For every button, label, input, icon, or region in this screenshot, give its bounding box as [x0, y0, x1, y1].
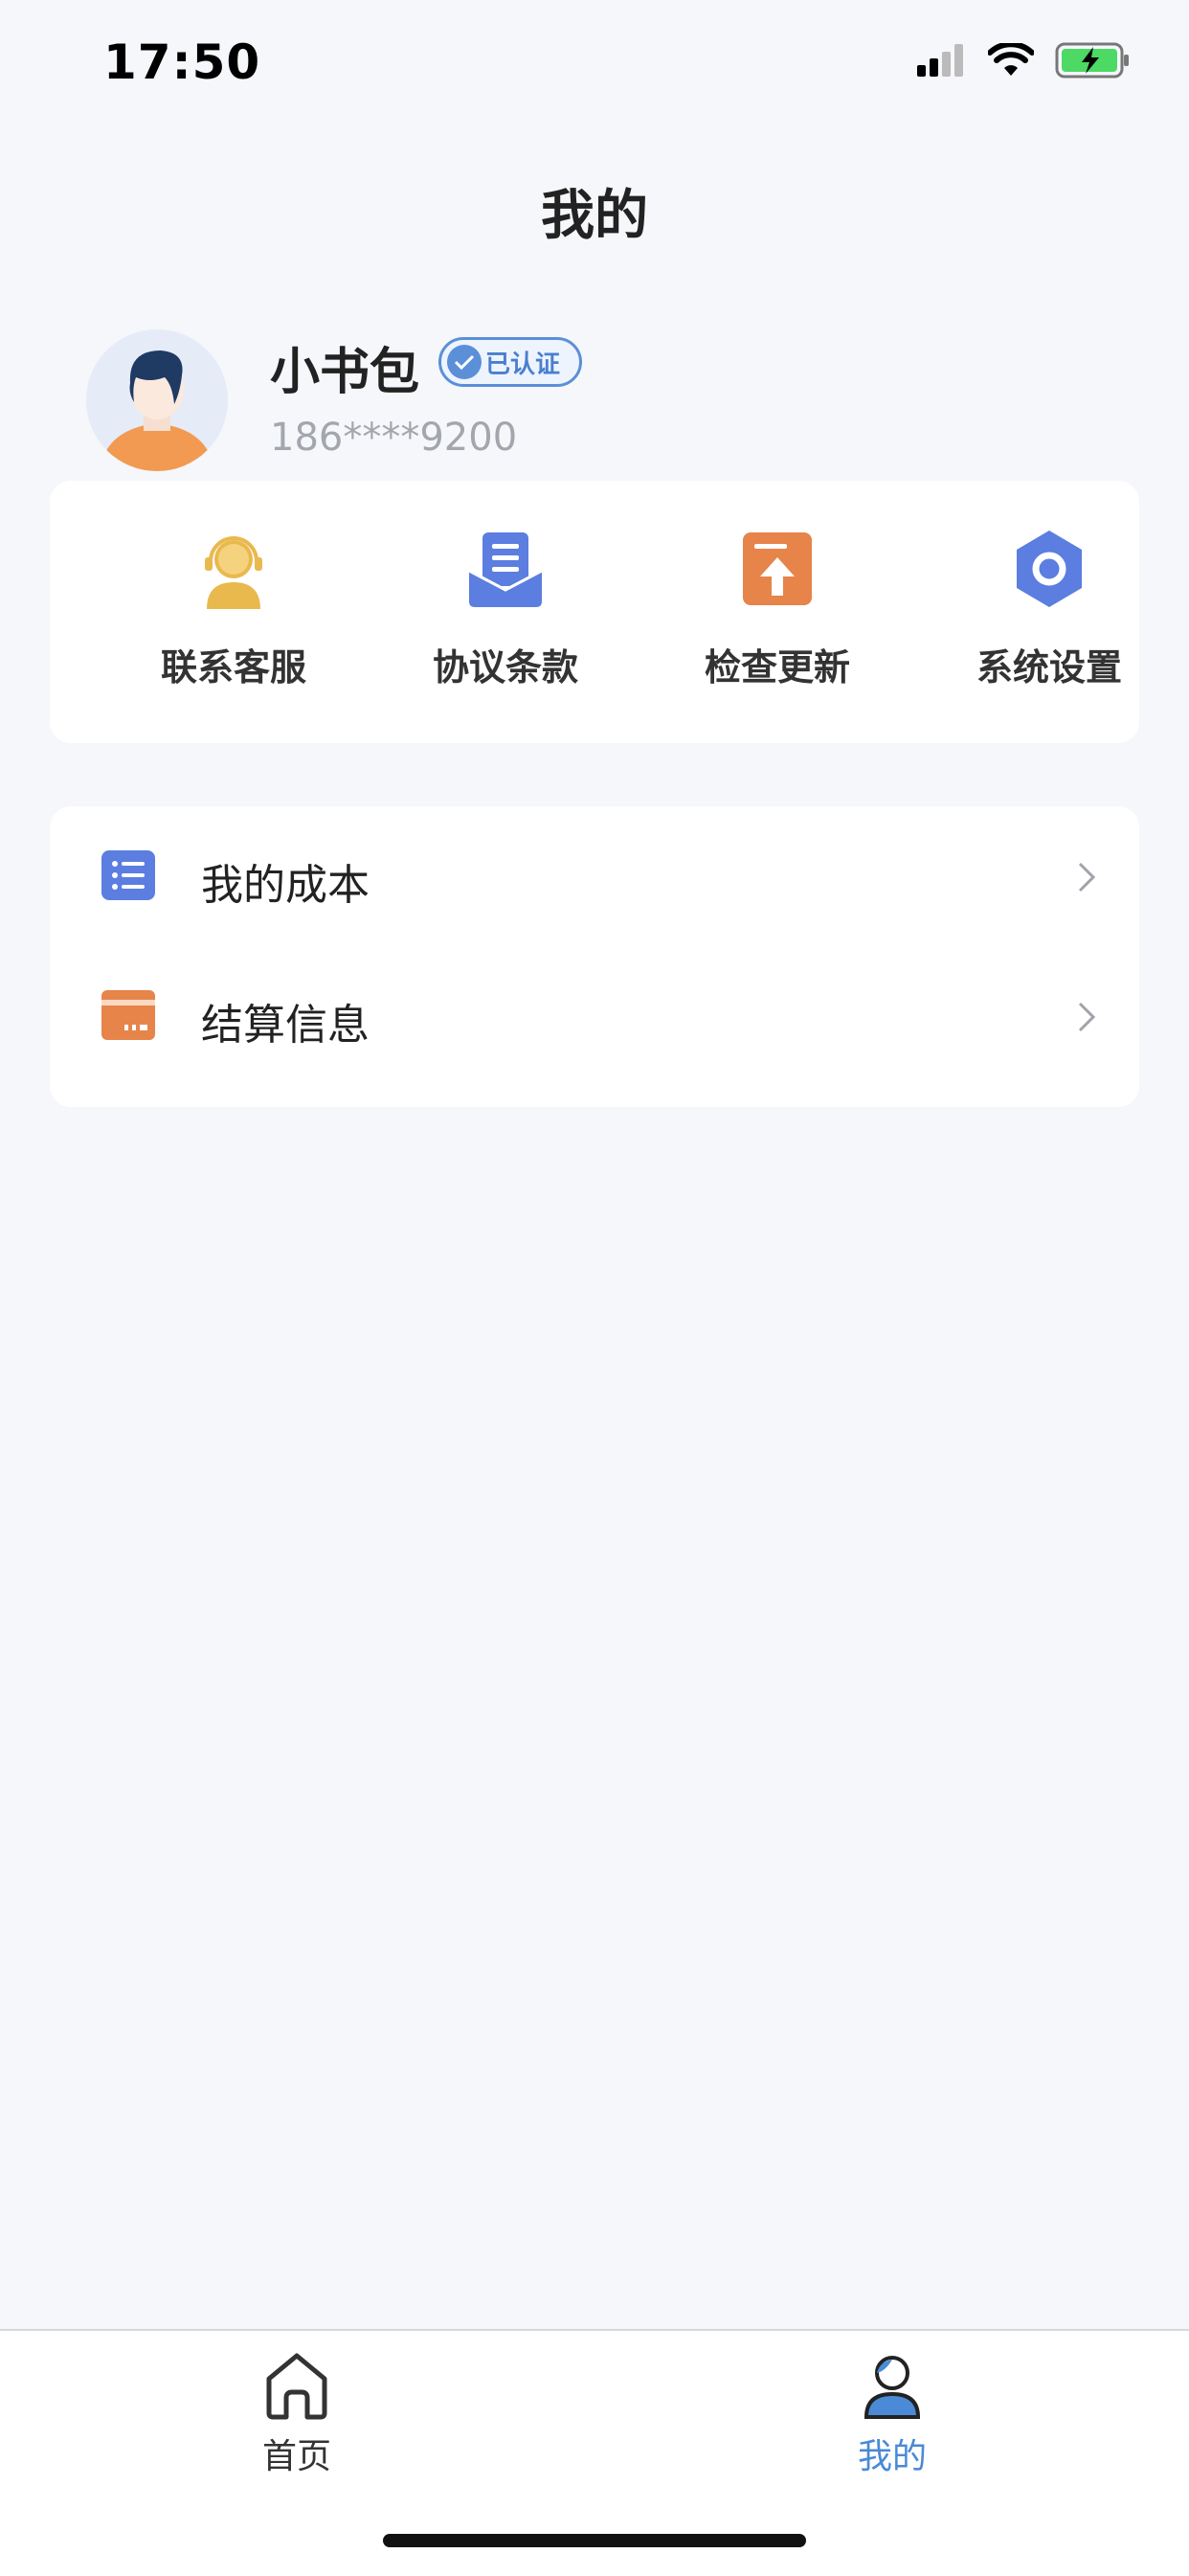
verified-label: 已认证: [485, 350, 561, 379]
settings-icon: [1017, 531, 1082, 607]
chevron-right-icon: [1078, 862, 1096, 893]
avatar[interactable]: [86, 329, 228, 471]
update-icon: [743, 532, 812, 605]
tab-label: 首页: [261, 2437, 331, 2476]
verified-badge: 已认证: [438, 337, 582, 387]
list-item-settlement-info[interactable]: 结算信息: [50, 946, 1139, 1086]
wifi-icon: [988, 43, 1034, 76]
check-update-button[interactable]: 检查更新: [682, 529, 873, 690]
quick-action-label: 系统设置: [976, 646, 1122, 689]
menu-list-card: 我的成本 结算信息: [50, 806, 1139, 1107]
customer-service-icon: [205, 536, 262, 609]
status-bar: 17:50: [0, 0, 1189, 126]
phone-number: 186****9200: [270, 416, 518, 460]
quick-action-label: 检查更新: [704, 646, 850, 689]
tab-home[interactable]: 首页: [201, 2350, 393, 2478]
list-item-my-cost[interactable]: 我的成本: [50, 806, 1139, 946]
avatar-illustration-icon: [86, 329, 228, 471]
tab-label: 我的: [857, 2437, 927, 2476]
list-item-label: 我的成本: [201, 861, 370, 910]
card-icon: [101, 990, 155, 1040]
check-icon: [447, 345, 482, 379]
list-item-label: 结算信息: [201, 1001, 370, 1050]
quick-action-label: 协议条款: [432, 646, 578, 689]
page-title: 我的: [541, 185, 648, 247]
status-icons: [917, 42, 1132, 79]
status-time: 17:50: [103, 34, 261, 90]
home-indicator: [383, 2534, 806, 2547]
agreement-terms-button[interactable]: 协议条款: [410, 529, 601, 690]
battery-charging-icon: [1055, 42, 1129, 79]
agreement-icon: [468, 532, 543, 607]
list-icon: [101, 850, 155, 900]
system-settings-button[interactable]: 系统设置: [953, 529, 1145, 690]
contact-support-button[interactable]: 联系客服: [138, 529, 329, 690]
quick-actions-card: 联系客服 协议条款 检查更新 系统设置: [50, 481, 1139, 743]
user-icon: [864, 2356, 921, 2419]
signal-icon: [917, 44, 963, 77]
chevron-right-icon: [1078, 1002, 1096, 1032]
home-icon: [266, 2353, 327, 2420]
username: 小书包: [270, 344, 420, 401]
tab-mine[interactable]: 我的: [796, 2350, 988, 2478]
quick-action-label: 联系客服: [160, 646, 306, 689]
